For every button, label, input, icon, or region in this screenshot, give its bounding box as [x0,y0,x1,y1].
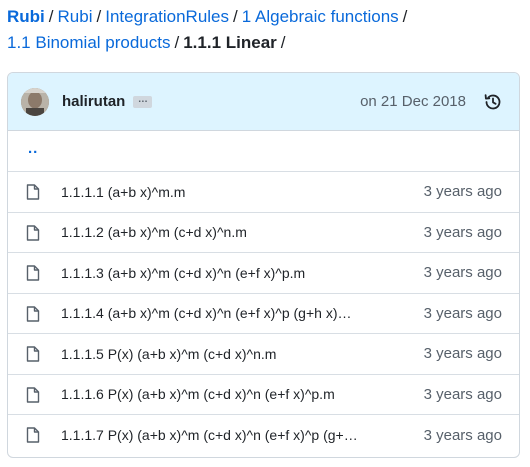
breadcrumb: Rubi / Rubi / IntegrationRules/1 Algebraic f… [7,4,525,56]
file-icon [26,427,40,443]
file-icon [26,386,40,403]
commit-date[interactable]: on 21 Dec 2018 [360,93,466,110]
breadcrumb-link-integrationrules[interactable]: IntegrationRules [105,7,229,26]
parent-directory-row[interactable]: .. [8,131,519,172]
file-name-link[interactable]: 1.1.1.7 P(x) (a+b x)^m (c+d x)^n (e+f x)… [61,427,358,443]
file-name-link[interactable]: 1.1.1.2 (a+b x)^m (c+d x)^n.m [61,224,247,240]
file-name-link[interactable]: 1.1.1.3 (a+b x)^m (c+d x)^n (e+f x)^p.m [61,265,305,281]
breadcrumb-separator: / [402,7,408,26]
breadcrumb-separator: / [280,33,286,52]
breadcrumb-link-repo[interactable]: Rubi [58,7,93,26]
parent-directory-link[interactable]: .. [28,140,38,157]
file-row[interactable]: 1.1.1.4 (a+b x)^m (c+d x)^n (e+f x)^p (g… [8,294,519,334]
latest-commit-bar: halirutan … on 21 Dec 2018 [8,73,519,131]
breadcrumb-separator: / [174,33,180,52]
file-last-modified: 3 years ago [423,345,502,363]
file-last-modified: 3 years ago [423,223,502,241]
file-icon [26,346,40,362]
file-listing: halirutan … on 21 Dec 2018 .. 1.1.1.1 (a… [7,72,520,458]
avatar[interactable] [21,87,49,116]
file-name-link[interactable]: 1.1.1.6 P(x) (a+b x)^m (c+d x)^n (e+f x)… [61,386,335,402]
breadcrumb-current: 1.1.1 Linear [183,33,277,52]
file-last-modified: 3 years ago [423,385,502,403]
file-name-link[interactable]: 1.1.1.5 P(x) (a+b x)^m (c+d x)^n.m [61,346,276,362]
history-icon[interactable] [483,92,503,112]
file-name-link[interactable]: 1.1.1.1 (a+b x)^m.m [61,184,185,200]
file-name-link[interactable]: 1.1.1.4 (a+b x)^m (c+d x)^n (e+f x)^p (g… [61,305,351,321]
file-row[interactable]: 1.1.1.7 P(x) (a+b x)^m (c+d x)^n (e+f x)… [8,415,519,456]
file-row[interactable]: 1.1.1.2 (a+b x)^m (c+d x)^n.m 3 years ag… [8,213,519,253]
breadcrumb-link-binomial-products[interactable]: 1.1 Binomial products [7,33,170,52]
file-row[interactable]: 1.1.1.1 (a+b x)^m.m 3 years ago [8,172,519,213]
breadcrumb-link-repo-owner[interactable]: Rubi [7,7,45,26]
file-last-modified: 3 years ago [423,304,502,322]
breadcrumb-separator: / [96,7,102,26]
file-last-modified: 3 years ago [423,183,502,201]
breadcrumb-separator: / [48,7,54,26]
commit-author[interactable]: halirutan [62,93,125,110]
file-row[interactable]: 1.1.1.3 (a+b x)^m (c+d x)^n (e+f x)^p.m … [8,253,519,294]
breadcrumb-link-algebraic-functions[interactable]: 1 Algebraic functions [242,7,399,26]
file-icon [26,305,40,322]
file-icon [26,184,40,200]
breadcrumb-separator: / [233,7,238,26]
file-row[interactable]: 1.1.1.6 P(x) (a+b x)^m (c+d x)^n (e+f x)… [8,375,519,415]
file-icon [26,265,40,281]
file-last-modified: 3 years ago [423,426,502,444]
file-icon [26,224,40,241]
commit-message-toggle-button[interactable]: … [133,94,153,108]
file-last-modified: 3 years ago [423,264,502,282]
file-row[interactable]: 1.1.1.5 P(x) (a+b x)^m (c+d x)^n.m 3 yea… [8,334,519,375]
